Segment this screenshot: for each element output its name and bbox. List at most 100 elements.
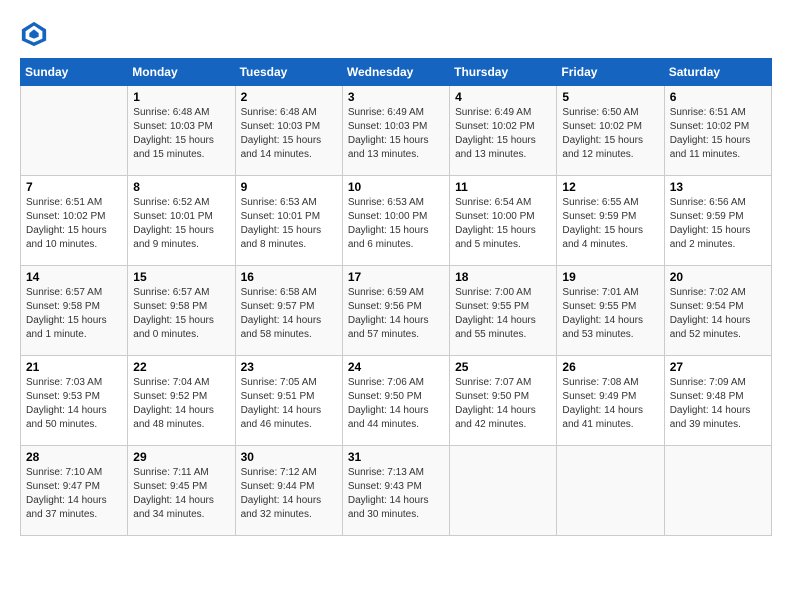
cell-content: Sunrise: 6:51 AMSunset: 10:02 PMDaylight… — [670, 106, 766, 162]
calendar-cell: 7 Sunrise: 6:51 AMSunset: 10:02 PMDayligh… — [21, 176, 128, 266]
day-number: 14 — [26, 270, 122, 284]
cell-content: Sunrise: 7:09 AMSunset: 9:48 PMDaylight:… — [670, 376, 766, 432]
cell-content: Sunrise: 7:05 AMSunset: 9:51 PMDaylight:… — [241, 376, 337, 432]
calendar-body: 1 Sunrise: 6:48 AMSunset: 10:03 PMDayligh… — [21, 86, 772, 536]
header-cell-friday: Friday — [557, 59, 664, 86]
cell-content: Sunrise: 6:54 AMSunset: 10:00 PMDaylight… — [455, 196, 551, 252]
day-number: 19 — [562, 270, 658, 284]
day-number: 21 — [26, 360, 122, 374]
calendar-cell: 19 Sunrise: 7:01 AMSunset: 9:55 PMDayligh… — [557, 266, 664, 356]
calendar-cell: 4 Sunrise: 6:49 AMSunset: 10:02 PMDayligh… — [450, 86, 557, 176]
cell-content: Sunrise: 7:01 AMSunset: 9:55 PMDaylight:… — [562, 286, 658, 342]
header — [20, 20, 772, 48]
calendar-cell: 13Sunrise: 6:56 AMSunset: 9:59 PMDayligh… — [664, 176, 771, 266]
calendar-cell: 2 Sunrise: 6:48 AMSunset: 10:03 PMDayligh… — [235, 86, 342, 176]
cell-content: Sunrise: 6:48 AMSunset: 10:03 PMDaylight… — [133, 106, 229, 162]
day-number: 24 — [348, 360, 444, 374]
calendar-cell: 14 Sunrise: 6:57 AMSunset: 9:58 PMDayligh… — [21, 266, 128, 356]
cell-content: Sunrise: 6:50 AMSunset: 10:02 PMDaylight… — [562, 106, 658, 162]
day-number: 25 — [455, 360, 551, 374]
cell-content: Sunrise: 6:53 AMSunset: 10:01 PMDaylight… — [241, 196, 337, 252]
day-number: 8 — [133, 180, 229, 194]
header-cell-wednesday: Wednesday — [342, 59, 449, 86]
day-number: 5 — [562, 90, 658, 104]
cell-content: Sunrise: 7:13 AMSunset: 9:43 PMDaylight:… — [348, 466, 444, 522]
calendar-cell: 29Sunrise: 7:11 AMSunset: 9:45 PMDayligh… — [128, 446, 235, 536]
day-number: 3 — [348, 90, 444, 104]
calendar-cell: 20 Sunrise: 7:02 AMSunset: 9:54 PMDayligh… — [664, 266, 771, 356]
day-number: 15 — [133, 270, 229, 284]
calendar-cell: 8 Sunrise: 6:52 AMSunset: 10:01 PMDayligh… — [128, 176, 235, 266]
logo — [20, 20, 52, 48]
cell-content: Sunrise: 6:57 AMSunset: 9:58 PMDaylight:… — [26, 286, 122, 342]
header-cell-thursday: Thursday — [450, 59, 557, 86]
cell-content: Sunrise: 7:06 AMSunset: 9:50 PMDaylight:… — [348, 376, 444, 432]
day-number: 31 — [348, 450, 444, 464]
calendar-cell: 25 Sunrise: 7:07 AMSunset: 9:50 PMDayligh… — [450, 356, 557, 446]
day-number: 30 — [241, 450, 337, 464]
day-number: 7 — [26, 180, 122, 194]
calendar-table: SundayMondayTuesdayWednesdayThursdayFrid… — [20, 58, 772, 536]
calendar-cell: 21 Sunrise: 7:03 AMSunset: 9:53 PMDayligh… — [21, 356, 128, 446]
day-number: 10 — [348, 180, 444, 194]
calendar-cell: 5 Sunrise: 6:50 AMSunset: 10:02 PMDayligh… — [557, 86, 664, 176]
day-number: 22 — [133, 360, 229, 374]
day-number: 23 — [241, 360, 337, 374]
calendar-cell: 10 Sunrise: 6:53 AMSunset: 10:00 PMDaylig… — [342, 176, 449, 266]
calendar-cell: 23 Sunrise: 7:05 AMSunset: 9:51 PMDayligh… — [235, 356, 342, 446]
header-cell-sunday: Sunday — [21, 59, 128, 86]
cell-content: Sunrise: 7:08 AMSunset: 9:49 PMDaylight:… — [562, 376, 658, 432]
cell-content: Sunrise: 7:10 AMSunset: 9:47 PMDaylight:… — [26, 466, 122, 522]
calendar-cell: 3 Sunrise: 6:49 AMSunset: 10:03 PMDayligh… — [342, 86, 449, 176]
week-row-3: 14 Sunrise: 6:57 AMSunset: 9:58 PMDayligh… — [21, 266, 772, 356]
calendar-cell: 12Sunrise: 6:55 AMSunset: 9:59 PMDayligh… — [557, 176, 664, 266]
day-number: 27 — [670, 360, 766, 374]
day-number: 18 — [455, 270, 551, 284]
calendar-cell: 6 Sunrise: 6:51 AMSunset: 10:02 PMDayligh… — [664, 86, 771, 176]
cell-content: Sunrise: 7:04 AMSunset: 9:52 PMDaylight:… — [133, 376, 229, 432]
day-number: 12 — [562, 180, 658, 194]
cell-content: Sunrise: 6:49 AMSunset: 10:02 PMDaylight… — [455, 106, 551, 162]
cell-content: Sunrise: 6:48 AMSunset: 10:03 PMDaylight… — [241, 106, 337, 162]
cell-content: Sunrise: 7:00 AMSunset: 9:55 PMDaylight:… — [455, 286, 551, 342]
day-number: 9 — [241, 180, 337, 194]
cell-content: Sunrise: 6:52 AMSunset: 10:01 PMDaylight… — [133, 196, 229, 252]
day-number: 20 — [670, 270, 766, 284]
calendar-cell: 17 Sunrise: 6:59 AMSunset: 9:56 PMDayligh… — [342, 266, 449, 356]
calendar-cell: 18 Sunrise: 7:00 AMSunset: 9:55 PMDayligh… — [450, 266, 557, 356]
calendar-cell — [21, 86, 128, 176]
cell-content: Sunrise: 6:51 AMSunset: 10:02 PMDaylight… — [26, 196, 122, 252]
week-row-5: 28 Sunrise: 7:10 AMSunset: 9:47 PMDayligh… — [21, 446, 772, 536]
header-cell-saturday: Saturday — [664, 59, 771, 86]
calendar-cell: 24 Sunrise: 7:06 AMSunset: 9:50 PMDayligh… — [342, 356, 449, 446]
cell-content: Sunrise: 6:59 AMSunset: 9:56 PMDaylight:… — [348, 286, 444, 342]
cell-content: Sunrise: 7:03 AMSunset: 9:53 PMDaylight:… — [26, 376, 122, 432]
calendar-cell — [557, 446, 664, 536]
day-number: 26 — [562, 360, 658, 374]
cell-content: Sunrise: 6:57 AMSunset: 9:58 PMDaylight:… — [133, 286, 229, 342]
cell-content: Sunrise: 6:53 AMSunset: 10:00 PMDaylight… — [348, 196, 444, 252]
cell-content: Sunrise: 7:02 AMSunset: 9:54 PMDaylight:… — [670, 286, 766, 342]
day-number: 4 — [455, 90, 551, 104]
calendar-cell: 27 Sunrise: 7:09 AMSunset: 9:48 PMDayligh… — [664, 356, 771, 446]
cell-content: Sunrise: 6:56 AMSunset: 9:59 PMDaylight:… — [670, 196, 766, 252]
cell-content: Sunrise: 6:49 AMSunset: 10:03 PMDaylight… — [348, 106, 444, 162]
day-number: 1 — [133, 90, 229, 104]
calendar-header: SundayMondayTuesdayWednesdayThursdayFrid… — [21, 59, 772, 86]
calendar-cell — [450, 446, 557, 536]
header-cell-tuesday: Tuesday — [235, 59, 342, 86]
calendar-cell: 26 Sunrise: 7:08 AMSunset: 9:49 PMDayligh… — [557, 356, 664, 446]
cell-content: Sunrise: 7:07 AMSunset: 9:50 PMDaylight:… — [455, 376, 551, 432]
logo-icon — [20, 20, 48, 48]
day-number: 2 — [241, 90, 337, 104]
day-number: 16 — [241, 270, 337, 284]
calendar-cell: 28 Sunrise: 7:10 AMSunset: 9:47 PMDayligh… — [21, 446, 128, 536]
calendar-cell: 9 Sunrise: 6:53 AMSunset: 10:01 PMDayligh… — [235, 176, 342, 266]
day-number: 17 — [348, 270, 444, 284]
cell-content: Sunrise: 7:12 AMSunset: 9:44 PMDaylight:… — [241, 466, 337, 522]
week-row-1: 1 Sunrise: 6:48 AMSunset: 10:03 PMDayligh… — [21, 86, 772, 176]
cell-content: Sunrise: 7:11 AMSunset: 9:45 PMDaylight:… — [133, 466, 229, 522]
day-number: 28 — [26, 450, 122, 464]
day-number: 6 — [670, 90, 766, 104]
week-row-4: 21 Sunrise: 7:03 AMSunset: 9:53 PMDayligh… — [21, 356, 772, 446]
